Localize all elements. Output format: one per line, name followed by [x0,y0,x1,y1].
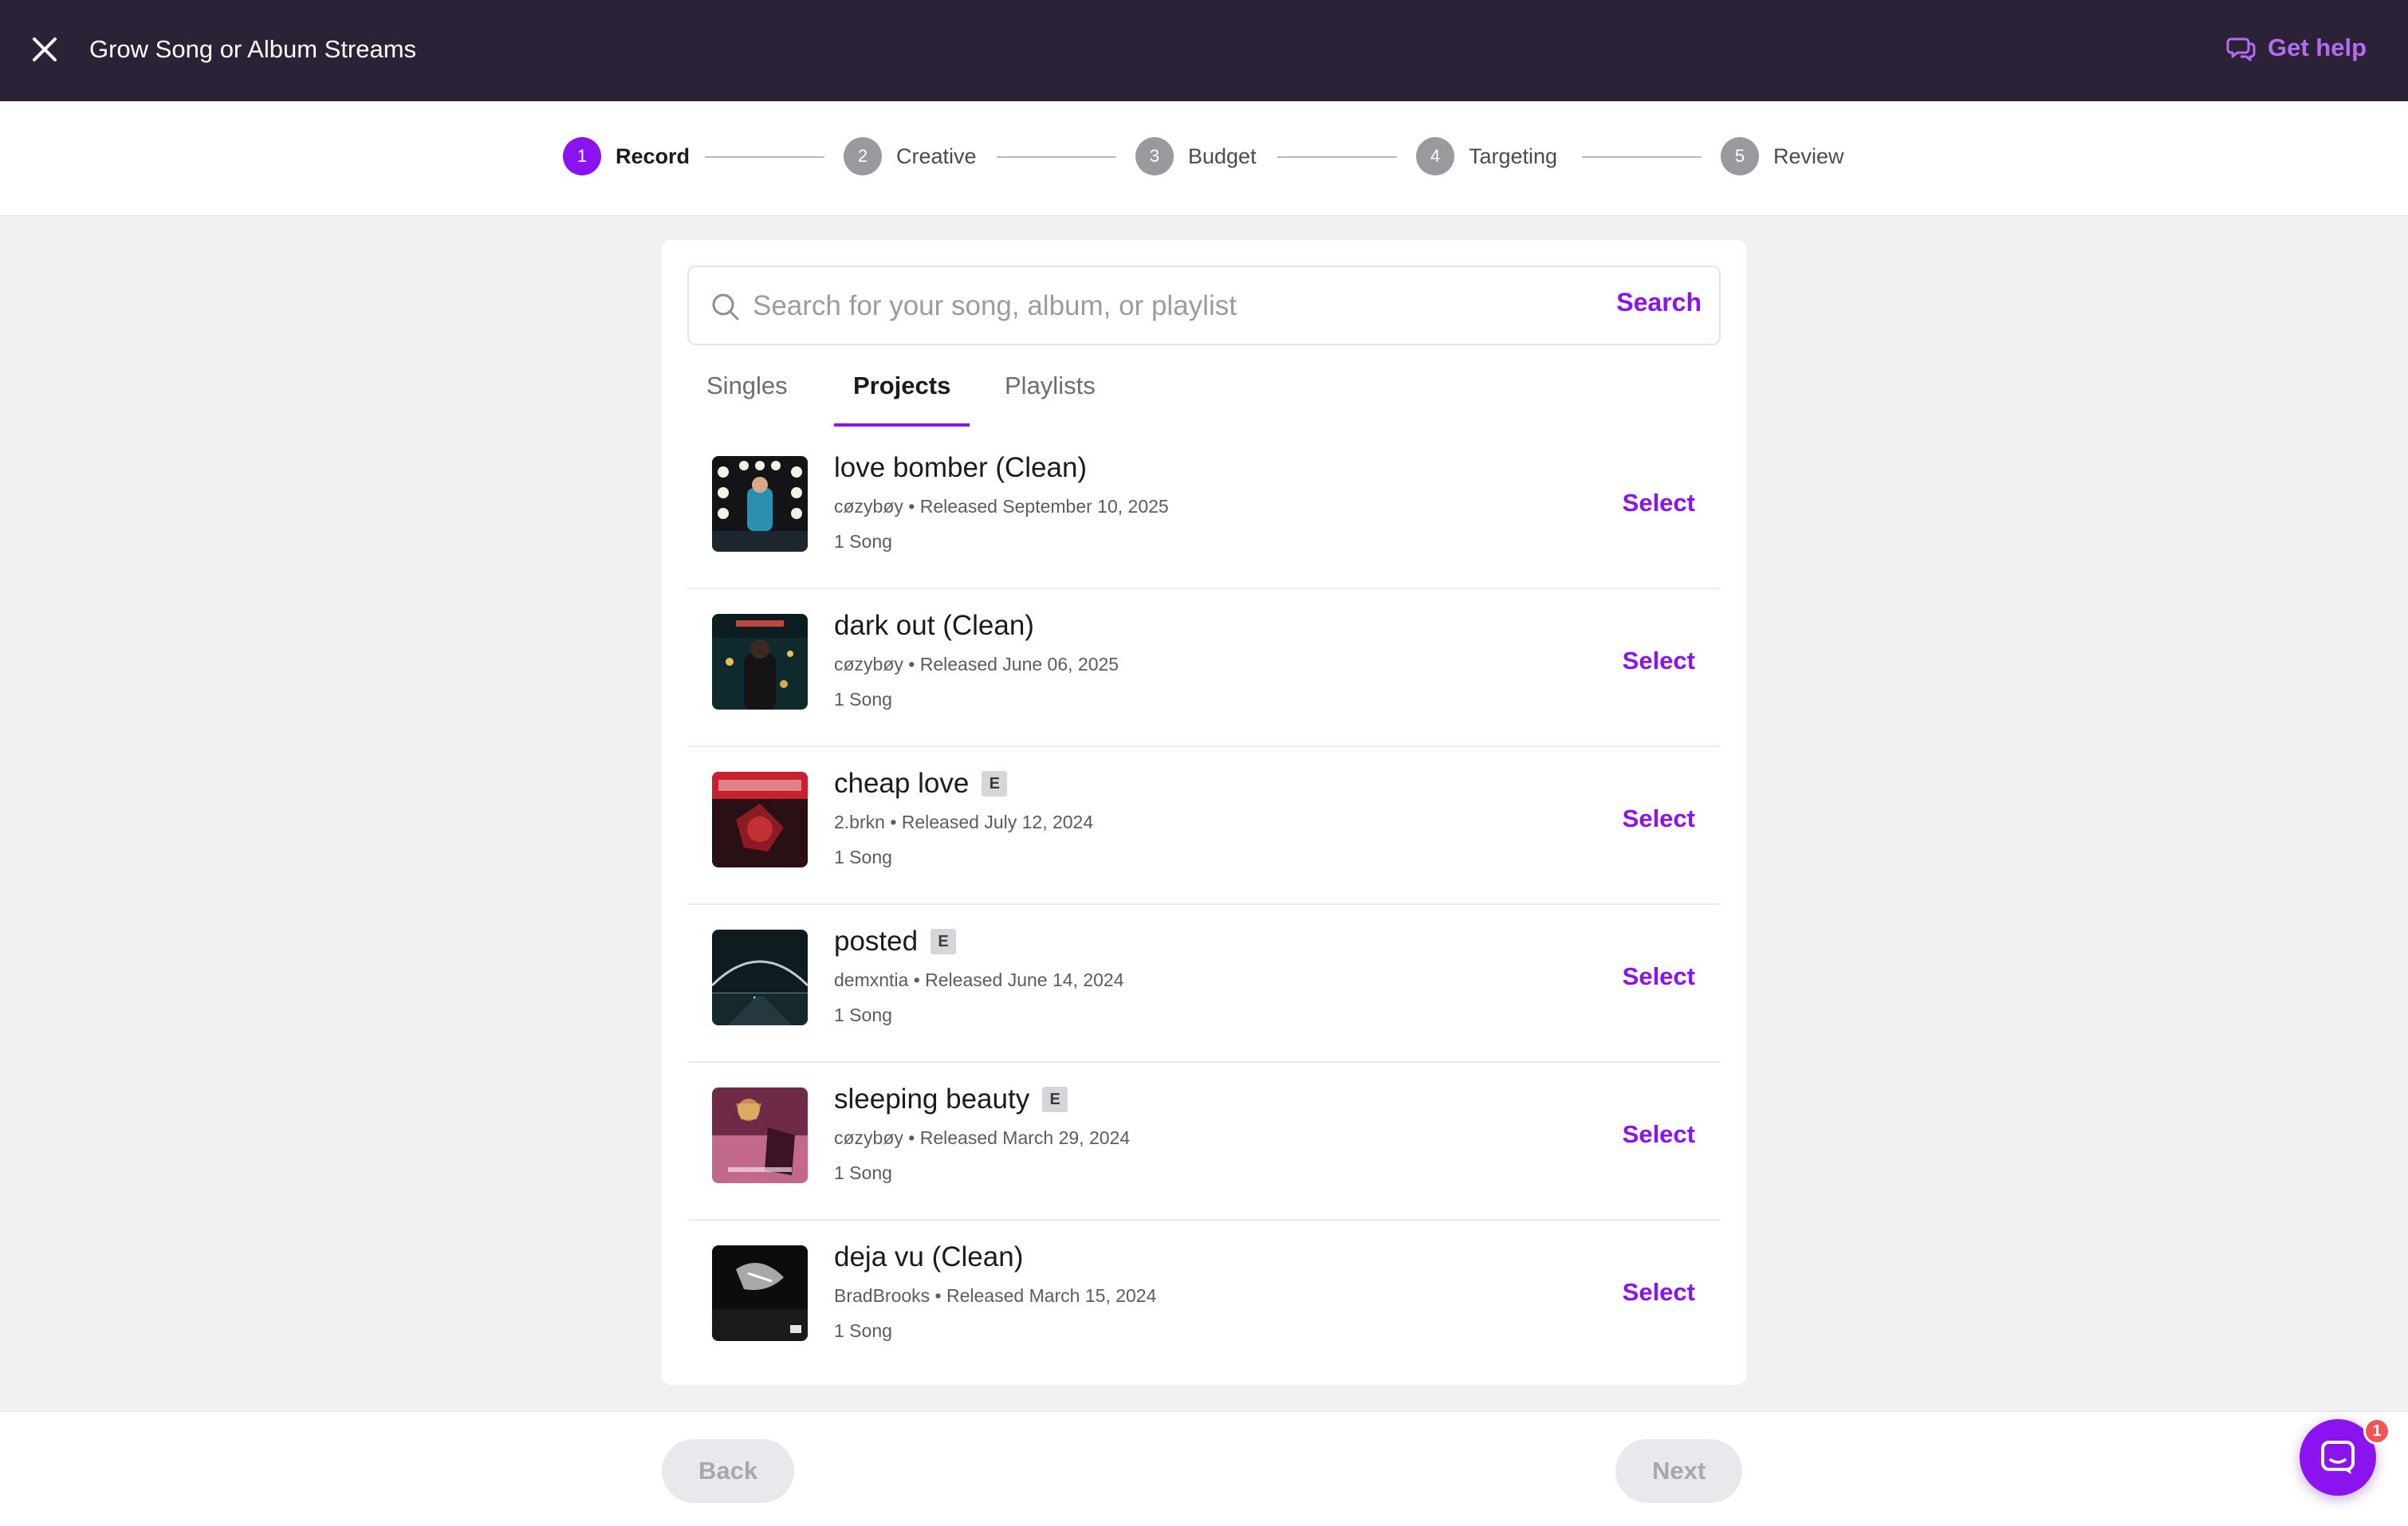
step-number: 4 [1416,137,1454,175]
step-number: 1 [563,137,601,175]
progress-stepper: 1 Record 2 Creative 3 Budget 4 Targeting… [0,101,2408,216]
explicit-badge: E [982,771,1008,796]
record-title-text: sleeping beauty [834,1084,1030,1115]
step-number: 2 [844,137,882,175]
record-song-count: 1 Song [834,1162,892,1183]
chat-bubbles-icon [2226,37,2256,61]
step-connector [1277,156,1397,158]
list-item: cheap love E 2.brkn • Released July 12, … [687,747,1721,905]
record-meta: BradBrooks • Released March 15, 2024 [834,1285,1157,1306]
search-input[interactable] [753,281,1550,331]
album-artwork [712,614,808,710]
select-button[interactable]: Select [1623,962,1695,991]
list-item: dark out (Clean) cøzybøy • Released June… [687,589,1721,747]
record-list: love bomber (Clean) cøzybøy • Released S… [687,431,1721,1379]
step-record: 1 Record [563,136,690,176]
record-song-count: 1 Song [834,689,892,710]
step-label: Review [1773,144,1844,168]
tab-projects[interactable]: Projects [834,360,970,427]
select-button[interactable]: Select [1623,1278,1695,1307]
album-artwork [712,1087,808,1183]
step-budget: 3 Budget [1135,136,1257,176]
tab-playlists[interactable]: Playlists [986,360,1115,427]
list-item: love bomber (Clean) cøzybøy • Released S… [687,431,1721,589]
record-title: dark out (Clean) [834,608,1034,643]
step-connector [997,156,1116,158]
step-connector [705,156,824,158]
record-title-text: love bomber (Clean) [834,452,1088,483]
step-label: Budget [1188,144,1257,168]
next-button[interactable]: Next [1615,1439,1743,1503]
step-label: Creative [896,144,977,168]
record-song-count: 1 Song [834,1005,892,1025]
top-bar: Grow Song or Album Streams Get help [0,0,2408,101]
list-item: deja vu (Clean) BradBrooks • Released Ma… [687,1221,1721,1379]
record-title-text: dark out (Clean) [834,610,1034,641]
explicit-badge: E [931,929,957,954]
step-label: Record [616,144,691,168]
step-targeting: 4 Targeting [1416,136,1557,176]
step-number: 5 [1721,137,1759,175]
record-meta: cøzybøy • Released September 10, 2025 [834,496,1169,517]
record-title: sleeping beauty E [834,1082,1068,1117]
album-artwork [712,930,808,1025]
record-meta: cøzybøy • Released March 29, 2024 [834,1127,1131,1148]
record-title: cheap love E [834,766,1008,801]
close-button[interactable] [24,29,65,70]
record-title-text: cheap love [834,768,970,799]
record-song-count: 1 Song [834,1320,892,1341]
step-number: 3 [1135,137,1174,175]
close-icon [33,37,57,61]
back-button[interactable]: Back [662,1439,795,1503]
search-box: Search [687,265,1721,345]
step-label: Targeting [1469,144,1558,168]
tab-singles[interactable]: Singles [687,360,807,427]
bottom-nav-bar: Back Next [0,1411,2408,1526]
record-meta: demxntia • Released June 14, 2024 [834,969,1124,990]
album-artwork [712,1245,808,1341]
select-button[interactable]: Select [1623,489,1695,517]
album-artwork [712,456,808,552]
record-title-text: posted [834,926,919,957]
select-button[interactable]: Select [1623,1120,1695,1149]
record-title: deja vu (Clean) [834,1240,1023,1275]
record-title: love bomber (Clean) [834,450,1087,486]
notification-badge: 1 [2363,1418,2390,1445]
record-picker-card: Search Singles Projects Playlists love b [662,240,1746,1385]
record-song-count: 1 Song [834,531,892,552]
record-type-tabs: Singles Projects Playlists [687,360,1721,427]
list-item: sleeping beauty E cøzybøy • Released Mar… [687,1063,1721,1221]
chat-bubble-icon [2321,1441,2355,1474]
get-help-label: Get help [2267,33,2367,61]
search-button[interactable]: Search [1616,288,1702,317]
record-song-count: 1 Song [834,847,892,867]
record-title-text: deja vu (Clean) [834,1241,1024,1272]
page-title: Grow Song or Album Streams [89,35,417,63]
album-artwork [712,772,808,867]
record-title: posted E [834,924,957,959]
step-creative: 2 Creative [844,136,977,176]
explicit-badge: E [1042,1087,1068,1112]
select-button[interactable]: Select [1623,647,1695,675]
search-icon [712,293,739,321]
step-connector [1582,156,1702,158]
list-item: posted E demxntia • Released June 14, 20… [687,905,1721,1063]
record-meta: 2.brkn • Released July 12, 2024 [834,812,1094,832]
step-review: 5 Review [1721,136,1844,176]
record-meta: cøzybøy • Released June 06, 2025 [834,654,1119,675]
select-button[interactable]: Select [1623,804,1695,833]
get-help-link[interactable]: Get help [2226,29,2367,67]
